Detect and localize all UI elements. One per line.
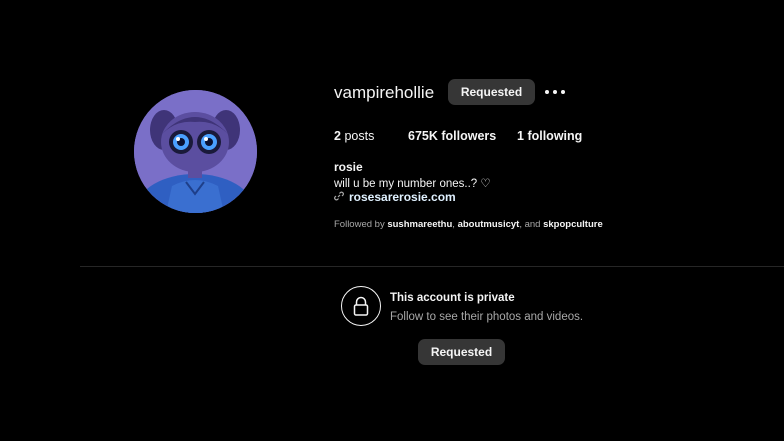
more-dot <box>553 90 557 94</box>
following-count: 1 <box>517 129 524 143</box>
followed-by-user[interactable]: skpopculture <box>543 219 603 230</box>
private-account-subtitle: Follow to see their photos and videos. <box>390 311 584 323</box>
section-divider <box>80 266 784 267</box>
followed-by-user[interactable]: sushmareethu <box>387 219 452 230</box>
followed-by-prefix: Followed by <box>334 219 385 230</box>
following-label: following <box>527 129 583 143</box>
followed-by[interactable]: Followed by sushmareethu, aboutmusicyt, … <box>334 219 603 230</box>
more-options-icon[interactable] <box>545 84 565 100</box>
profile-link[interactable]: rosesarerosie.com <box>334 190 456 204</box>
avatar-image <box>134 90 257 213</box>
followers-label: followers <box>441 129 497 143</box>
more-dot <box>545 90 549 94</box>
followed-by-sep: , <box>519 219 522 230</box>
more-dot <box>561 90 565 94</box>
posts-stat: 2 posts <box>334 129 374 143</box>
followers-count: 675K <box>408 129 438 143</box>
following-stat[interactable]: 1 following <box>517 129 582 143</box>
profile-bio: will u be my number ones..? ♡ <box>334 178 491 190</box>
followers-stat[interactable]: 675K followers <box>408 129 496 143</box>
link-icon <box>334 190 344 204</box>
profile-display-name: rosie <box>334 160 363 174</box>
requested-button-secondary[interactable]: Requested <box>418 339 505 365</box>
link-text: rosesarerosie.com <box>349 190 456 204</box>
followed-by-sep: , <box>452 219 455 230</box>
lock-icon <box>341 286 381 326</box>
posts-count: 2 <box>334 129 341 143</box>
followed-by-user[interactable]: aboutmusicyt <box>458 219 520 230</box>
profile-avatar[interactable] <box>134 90 257 213</box>
private-account-title: This account is private <box>390 292 515 304</box>
followed-by-and: and <box>524 219 541 230</box>
posts-label: posts <box>344 129 375 143</box>
profile-username: vampirehollie <box>334 83 435 102</box>
requested-button[interactable]: Requested <box>448 79 535 105</box>
